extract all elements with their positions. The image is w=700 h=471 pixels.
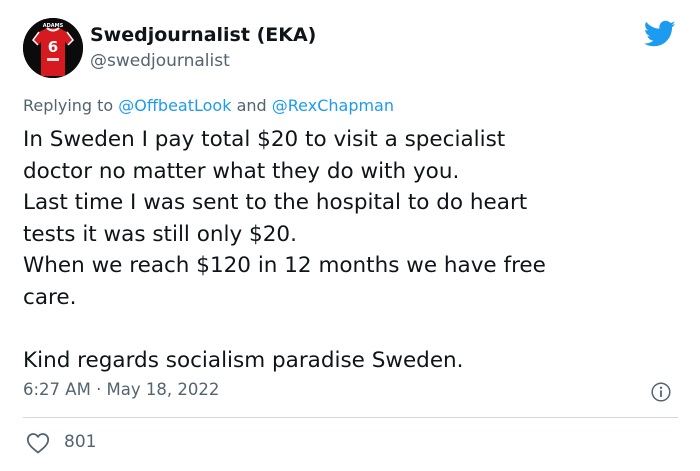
tweet-line: doctor no matter what they do with you. (23, 158, 460, 184)
tweet-line: Last time I was sent to the hospital to … (23, 190, 528, 215)
tweet-timestamp[interactable]: 6:27 AM · May 18, 2022 (23, 380, 219, 399)
heart-icon[interactable] (26, 432, 50, 454)
svg-text:ADAMS: ADAMS (43, 23, 64, 29)
reply-prefix: Replying to (23, 96, 114, 115)
info-icon[interactable] (651, 382, 671, 402)
tweet-text: In Sweden I pay total $20 to visit a spe… (23, 124, 673, 376)
reply-context: Replying to @OffbeatLook and @RexChapman (23, 96, 394, 115)
mention-offbeatlook[interactable]: @OffbeatLook (118, 96, 231, 115)
tweet-line: care. (23, 284, 77, 310)
tweet-line: In Sweden I pay total $20 to visit a spe… (23, 127, 506, 152)
svg-text:6: 6 (48, 38, 58, 56)
like-count: 801 (64, 432, 97, 452)
avatar[interactable]: ADAMS 6 (23, 18, 83, 78)
tweet-line: tests it was still only $20. (23, 221, 297, 247)
twitter-bird-icon[interactable] (644, 20, 676, 48)
divider (23, 417, 678, 418)
mention-rexchapman[interactable]: @RexChapman (272, 96, 394, 115)
jersey-avatar-image: ADAMS 6 (23, 18, 83, 78)
tweet-line: When we reach $120 in 12 months we have … (23, 253, 546, 278)
author-handle[interactable]: @swedjournalist (90, 51, 230, 71)
author-name[interactable]: Swedjournalist (EKA) (90, 24, 316, 46)
tweet-line: Kind regards socialism paradise Sweden. (23, 347, 464, 373)
reply-conjunction: and (236, 96, 267, 115)
